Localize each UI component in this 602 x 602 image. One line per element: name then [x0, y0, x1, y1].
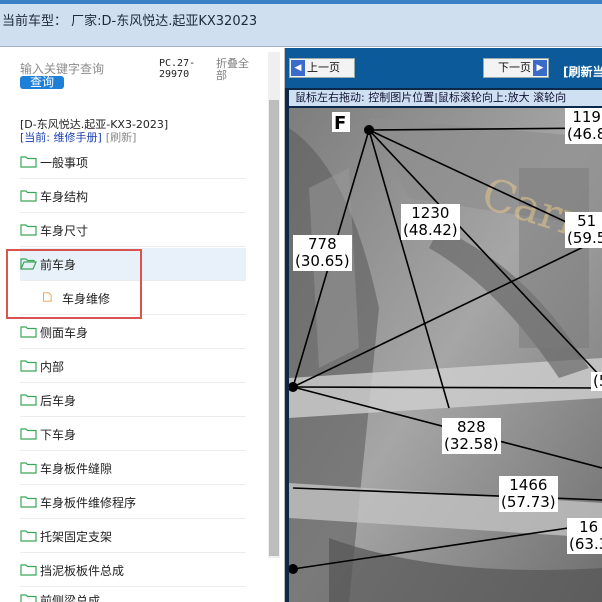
- arrow-right-icon: ▶: [533, 60, 547, 76]
- tree-item-body-dimensions[interactable]: 车身尺寸: [20, 214, 246, 247]
- tree-item-rear-body[interactable]: 后车身: [20, 384, 246, 417]
- next-page-button[interactable]: 下一页 ▶: [483, 58, 549, 78]
- folder-icon: [20, 428, 37, 440]
- viewer-toolbar: ◀ 上一页 下一页 ▶ [刷新当: [285, 48, 602, 88]
- figure-drawing: Carr F: [289, 108, 602, 602]
- tree-item-label: 托架固定支架: [40, 530, 113, 544]
- tree-item-interior[interactable]: 内部: [20, 350, 246, 383]
- current-model-title: 当前车型： 厂家:D-东风悦达.起亚KX32023: [2, 14, 258, 29]
- arrow-left-icon: ◀: [291, 60, 305, 76]
- dim-label: (5: [591, 372, 602, 391]
- vehicle-path: [D-东风悦达.起亚-KX3-2023]: [20, 118, 169, 131]
- folder-icon: [20, 224, 37, 236]
- tree-item-side-body[interactable]: 侧面车身: [20, 316, 246, 349]
- tree-item-bracket[interactable]: 托架固定支架: [20, 520, 246, 553]
- refresh-link[interactable]: [刷新]: [106, 131, 137, 144]
- query-button[interactable]: 查询: [20, 76, 64, 89]
- next-page-label: 下一页: [498, 61, 531, 74]
- tree-item-label: 后车身: [40, 394, 77, 408]
- tree-item-label: 挡泥板板件总成: [40, 564, 125, 578]
- measure-point: [364, 125, 374, 135]
- tree-item-label: 车身板件缝隙: [40, 462, 113, 476]
- dim-label: 778 (30.65): [293, 235, 352, 271]
- folder-icon: [20, 530, 37, 542]
- tree-item-lower-body[interactable]: 下车身: [20, 418, 246, 451]
- folder-icon: [20, 190, 37, 202]
- tree-item-fender-panel[interactable]: 挡泥板板件总成: [20, 554, 246, 587]
- dim-label: 1466 (57.73): [499, 476, 558, 512]
- current-manual: [当前: 维修手册]: [20, 131, 102, 144]
- tree-item-label: 车身板件维修程序: [40, 496, 137, 510]
- refresh-current-link[interactable]: [刷新当: [563, 63, 602, 80]
- selection-highlight-box: [6, 249, 142, 319]
- folder-icon: [20, 156, 37, 168]
- dim-label: 51 (59.5: [565, 212, 602, 248]
- folder-icon: [20, 394, 37, 406]
- viewer-hint: 鼠标左右拖动: 控制图片位置|鼠标滚轮向上:放大 滚轮向: [289, 90, 602, 106]
- current-manual-line: [当前: 维修手册] [刷新]: [20, 131, 136, 144]
- tree-item-label: 一般事项: [40, 156, 89, 170]
- folder-icon: [20, 360, 37, 372]
- tree-item-label: 车身尺寸: [40, 224, 89, 238]
- tree-item-label: 前侧梁总成: [40, 594, 101, 602]
- folder-icon: [20, 496, 37, 508]
- collapse-all-link[interactable]: 折叠全部: [216, 58, 256, 82]
- tree-item-general[interactable]: 一般事项: [20, 146, 246, 179]
- prev-page-label: 上一页: [307, 61, 340, 74]
- dim-label: 119 (46.8: [565, 108, 602, 144]
- tree-item-body-structure[interactable]: 车身结构: [20, 180, 246, 213]
- title-bar: 当前车型： 厂家:D-东风悦达.起亚KX32023: [0, 4, 602, 47]
- figure-letter: F: [334, 113, 346, 134]
- tree-item-panel-repair-procedure[interactable]: 车身板件维修程序: [20, 486, 246, 519]
- dim-label: 828 (32.58): [442, 418, 501, 454]
- tree-item-label: 下车身: [40, 428, 77, 442]
- folder-icon: [20, 326, 37, 338]
- folder-icon: [20, 462, 37, 474]
- folder-icon: [20, 564, 37, 576]
- body-dimension-figure[interactable]: Carr F 119 (46.8 1230 (48.42) 51 (59.5 7…: [289, 108, 602, 602]
- tree-item-panel-gaps[interactable]: 车身板件缝隙: [20, 452, 246, 485]
- tree-item-label: 内部: [40, 360, 65, 374]
- tree-item-label: 车身结构: [40, 190, 89, 204]
- prev-page-button[interactable]: ◀ 上一页: [289, 58, 355, 78]
- viewer-pane: ◀ 上一页 下一页 ▶ [刷新当 鼠标左右拖动: 控制图片位置|鼠标滚轮向上:放大 …: [285, 48, 602, 602]
- tree-item-label: 侧面车身: [40, 326, 89, 340]
- pc-code: PC.27-29970: [159, 58, 196, 80]
- dim-label: 1230 (48.42): [401, 204, 460, 240]
- tree-item-front-side-member[interactable]: 前侧梁总成: [20, 584, 246, 602]
- folder-icon: [20, 594, 37, 602]
- sidebar-scroll-thumb[interactable]: [269, 100, 279, 556]
- dim-label: 16(63.3: [567, 518, 602, 554]
